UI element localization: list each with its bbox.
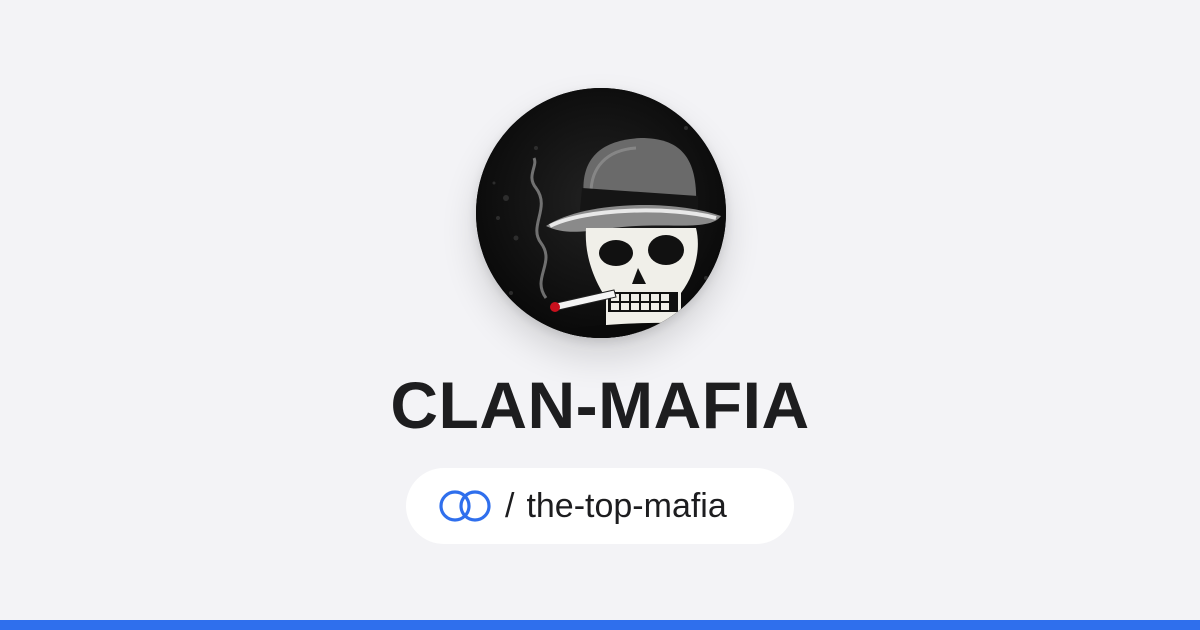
linked-rings-icon: [439, 490, 491, 522]
handle-username: the-top-mafia: [526, 487, 727, 525]
profile-name: CLAN-MAFIA: [390, 368, 810, 442]
accent-bar: [0, 620, 1200, 630]
handle-link[interactable]: / the-top-mafia: [406, 468, 794, 544]
handle-slash: /: [505, 487, 515, 525]
avatar[interactable]: [476, 88, 726, 338]
handle-text: / the-top-mafia: [505, 486, 727, 526]
profile-card: CLAN-MAFIA / the-top-mafia: [0, 0, 1200, 630]
skull-fedora-avatar-image: [476, 88, 726, 338]
